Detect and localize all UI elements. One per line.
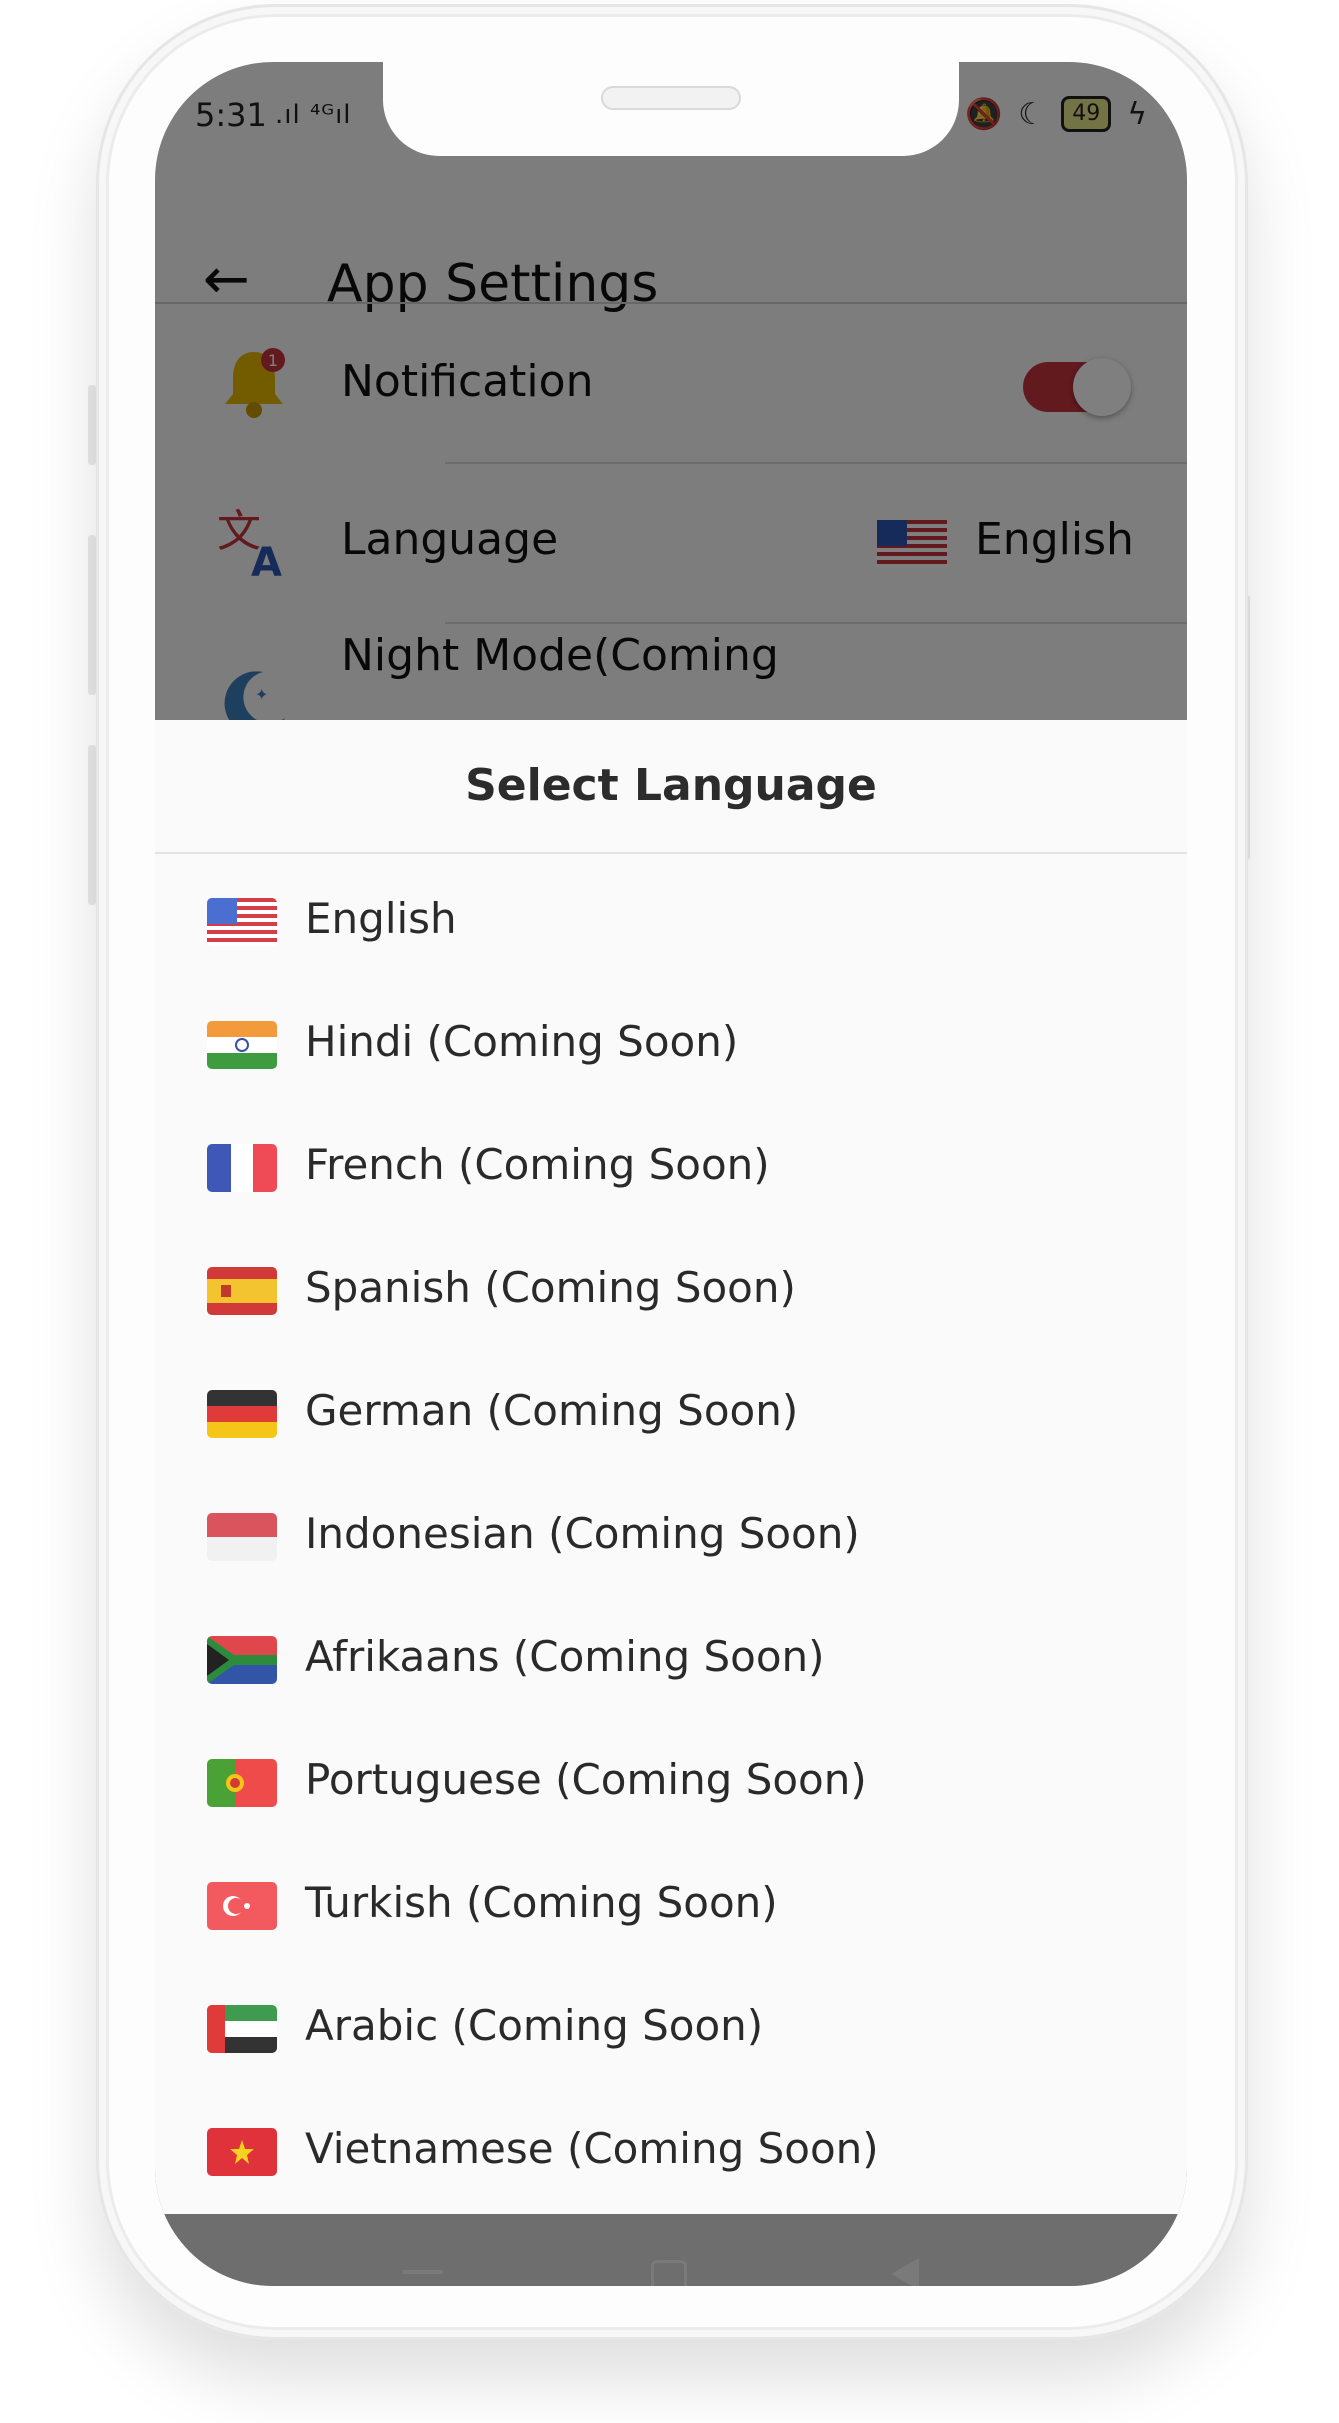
- speaker-icon: [601, 86, 741, 110]
- language-label: Arabic (Coming Soon): [305, 2001, 764, 2050]
- language-label: German (Coming Soon): [305, 1386, 799, 1435]
- us-flag-icon: [207, 898, 277, 946]
- language-item-portuguese[interactable]: Portuguese (Coming Soon): [155, 1727, 1187, 1837]
- germany-flag-icon: [207, 1390, 277, 1438]
- language-label: Vietnamese (Coming Soon): [305, 2124, 879, 2173]
- language-label: Indonesian (Coming Soon): [305, 1509, 860, 1558]
- language-item-vietnamese[interactable]: Vietnamese (Coming Soon): [155, 2096, 1187, 2206]
- vietnam-flag-icon: [207, 2128, 277, 2176]
- language-item-german[interactable]: German (Coming Soon): [155, 1358, 1187, 1468]
- back-nav-button[interactable]: [891, 2258, 919, 2286]
- language-item-spanish[interactable]: Spanish (Coming Soon): [155, 1235, 1187, 1345]
- spain-flag-icon: [207, 1267, 277, 1315]
- phone-screen: 5:31 .ıl ⁴ᴳıl 🔕 ☾ 49 ϟ ← App Settings 1 …: [155, 62, 1187, 2286]
- language-label: English: [305, 894, 457, 943]
- indonesia-flag-icon: [207, 1513, 277, 1561]
- language-label: Afrikaans (Coming Soon): [305, 1632, 825, 1681]
- sheet-divider: [155, 852, 1187, 854]
- language-label: Portuguese (Coming Soon): [305, 1755, 867, 1804]
- uae-flag-icon: [207, 2005, 277, 2053]
- language-label: French (Coming Soon): [305, 1140, 770, 1189]
- language-label: Hindi (Coming Soon): [305, 1017, 739, 1066]
- language-item-french[interactable]: French (Coming Soon): [155, 1112, 1187, 1222]
- side-button-volume-down[interactable]: [88, 745, 96, 905]
- language-item-indonesian[interactable]: Indonesian (Coming Soon): [155, 1481, 1187, 1591]
- language-item-arabic[interactable]: Arabic (Coming Soon): [155, 1973, 1187, 2083]
- portugal-flag-icon: [207, 1759, 277, 1807]
- turkey-flag-icon: [207, 1882, 277, 1930]
- notch: [383, 62, 959, 156]
- side-button-volume-up[interactable]: [88, 535, 96, 695]
- france-flag-icon: [207, 1144, 277, 1192]
- language-label: Turkish (Coming Soon): [305, 1878, 778, 1927]
- south-africa-flag-icon: [207, 1636, 277, 1684]
- language-label: Spanish (Coming Soon): [305, 1263, 796, 1312]
- side-button-mute[interactable]: [88, 385, 96, 465]
- language-item-hindi[interactable]: Hindi (Coming Soon): [155, 989, 1187, 1099]
- home-button[interactable]: [651, 2260, 687, 2286]
- language-item-english[interactable]: English: [155, 866, 1187, 976]
- recents-button[interactable]: [403, 2270, 443, 2274]
- sheet-title: Select Language: [465, 760, 877, 811]
- language-bottom-sheet: Select Language English Hindi (Coming So…: [155, 720, 1187, 2214]
- language-item-afrikaans[interactable]: Afrikaans (Coming Soon): [155, 1604, 1187, 1714]
- india-flag-icon: [207, 1021, 277, 1069]
- system-nav-bar: [155, 2214, 1187, 2286]
- language-item-turkish[interactable]: Turkish (Coming Soon): [155, 1850, 1187, 1960]
